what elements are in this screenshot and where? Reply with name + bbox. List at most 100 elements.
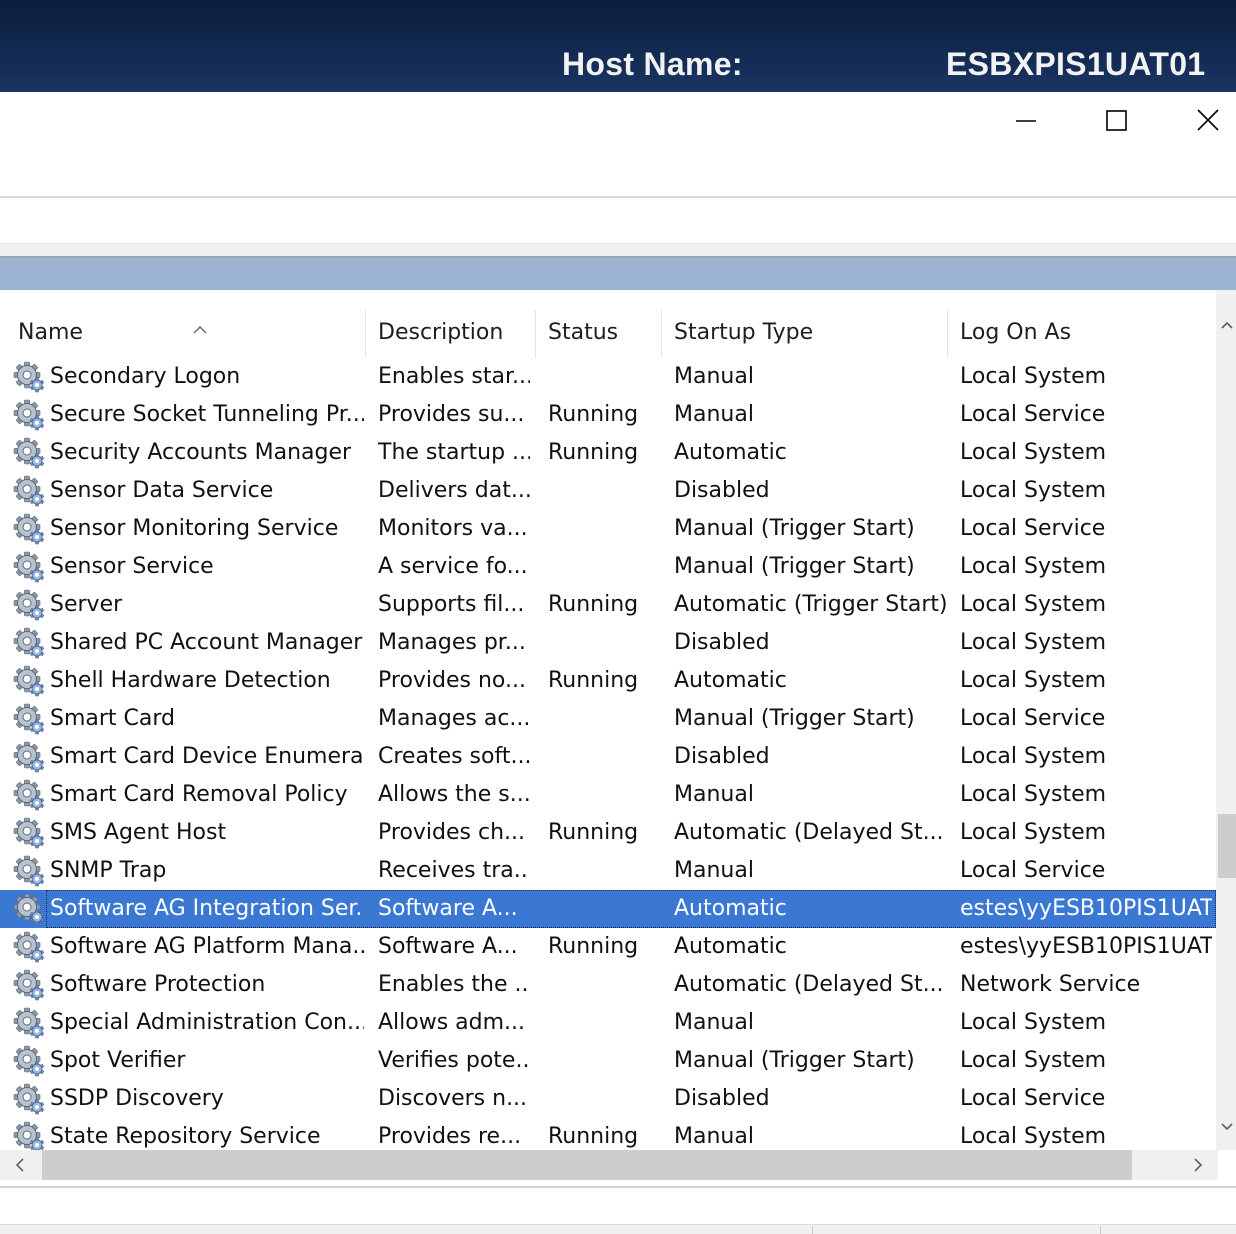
sort-ascending-icon [193,326,207,334]
service-row[interactable]: Security Accounts Manager The startup ...… [0,434,1216,472]
column-header-name[interactable]: Name [14,310,366,358]
service-name: Special Administration Con... [50,1010,364,1035]
service-row[interactable]: Smart Card Manages ac... Manual (Trigger S… [0,700,1216,738]
service-row[interactable]: SSDP Discovery Discovers n... Disabled Loca… [0,1080,1216,1118]
service-startup-type: Manual (Trigger Start) [674,1048,915,1073]
service-description: Provides no... [378,668,526,693]
service-row[interactable]: Software Protection Enables the ... Automa… [0,966,1216,1004]
services-list-pane: Name Description Status Startup Type Log… [0,290,1236,1150]
service-status: Running [548,592,639,617]
toolbar [0,198,1236,244]
service-description: Provides re... [378,1124,522,1149]
vertical-scrollbar-thumb[interactable] [1218,814,1236,878]
scroll-up-icon[interactable] [1220,320,1234,330]
service-description: Provides su... [378,402,525,427]
service-name: Smart Card Device Enumera... [50,744,364,769]
service-gear-icon [12,740,46,774]
service-gear-icon [12,1082,46,1116]
service-gear-icon [12,702,46,736]
service-gear-icon [12,778,46,812]
vertical-scrollbar[interactable] [1216,290,1236,1150]
service-startup-type: Manual [674,782,754,807]
service-gear-icon [12,436,46,470]
service-row[interactable]: Smart Card Removal Policy Allows the s...… [0,776,1216,814]
service-name: Shared PC Account Manager [50,630,363,655]
column-header-description[interactable]: Description [374,310,536,358]
service-row[interactable]: SMS Agent Host Provides ch... Running Autom… [0,814,1216,852]
column-header-status-label: Status [548,320,619,345]
service-row[interactable]: Spot Verifier Verifies pote... Manual (Tri… [0,1042,1216,1080]
service-status: Running [548,402,639,427]
service-description: Manages ac... [378,706,530,731]
service-name: Smart Card [50,706,176,731]
service-row[interactable]: Shell Hardware Detection Provides no... Ru… [0,662,1216,700]
close-icon [1197,109,1219,131]
service-startup-type: Automatic [674,934,787,959]
service-gear-icon [12,930,46,964]
horizontal-scrollbar-thumb[interactable] [42,1150,1132,1180]
service-row[interactable]: State Repository Service Provides re... Ru… [0,1118,1216,1150]
toolbar-separator [0,244,1236,258]
service-gear-icon [12,474,46,508]
service-row[interactable]: Special Administration Con... Allows adm.… [0,1004,1216,1042]
minimize-button[interactable] [998,100,1054,140]
service-startup-type: Manual (Trigger Start) [674,554,915,579]
service-gear-icon [12,854,46,888]
service-name: Security Accounts Manager [50,440,352,465]
service-row[interactable]: Sensor Service A service fo... Manual (Tri… [0,548,1216,586]
service-row[interactable]: Smart Card Device Enumera... Creates soft… [0,738,1216,776]
service-name: Sensor Service [50,554,214,579]
service-name: Secure Socket Tunneling Pr... [50,402,364,427]
service-startup-type: Manual [674,1010,754,1035]
minimize-icon [1016,120,1036,122]
service-log-on-as: estes\yyESB10PIS1UAT [960,896,1212,921]
service-row[interactable]: Software AG Platform Mana... Software A..… [0,928,1216,966]
scroll-right-icon[interactable] [1192,1157,1204,1173]
column-header-log-on-as[interactable]: Log On As [956,310,1216,358]
service-row[interactable]: Secondary Logon Enables star... Manual Loca… [0,358,1216,396]
service-row[interactable]: Shared PC Account Manager Manages pr... Di… [0,624,1216,662]
service-status: Running [548,820,639,845]
service-startup-type: Disabled [674,630,770,655]
close-button[interactable] [1180,100,1236,140]
service-log-on-as: Network Service [960,972,1141,997]
status-bar-divider [812,1226,813,1234]
service-log-on-as: Local Service [960,706,1106,731]
service-startup-type: Disabled [674,744,770,769]
service-status: Running [548,1124,639,1149]
service-log-on-as: Local System [960,1010,1107,1035]
service-log-on-as: Local Service [960,1086,1106,1111]
service-description: Enables the ... [378,972,530,997]
service-log-on-as: Local Service [960,402,1106,427]
service-description: Delivers dat... [378,478,530,503]
service-log-on-as: Local System [960,554,1107,579]
service-startup-type: Automatic [674,668,787,693]
scroll-down-icon[interactable] [1220,1122,1234,1132]
service-row[interactable]: Secure Socket Tunneling Pr... Provides su… [0,396,1216,434]
maximize-icon [1106,110,1127,131]
service-log-on-as: Local System [960,364,1107,389]
service-startup-type: Automatic [674,440,787,465]
column-header-status[interactable]: Status [544,310,662,358]
service-name: Smart Card Removal Policy [50,782,348,807]
service-startup-type: Automatic (Trigger Start) [674,592,946,617]
service-startup-type: Disabled [674,1086,770,1111]
pane-header-band [0,258,1236,290]
service-startup-type: Manual [674,402,754,427]
service-gear-icon [12,1044,46,1078]
column-header-row: Name Description Status Startup Type Log… [0,310,1220,358]
service-row[interactable]: Sensor Monitoring Service Monitors va... M… [0,510,1216,548]
scroll-left-icon[interactable] [14,1157,26,1173]
column-header-startup-type[interactable]: Startup Type [670,310,948,358]
maximize-button[interactable] [1088,100,1144,140]
service-description: Monitors va... [378,516,528,541]
service-row[interactable]: Software AG Integration Ser... Software A… [0,890,1216,928]
service-row[interactable]: SNMP Trap Receives tra... Manual Local Serv… [0,852,1216,890]
service-description: Provides ch... [378,820,526,845]
service-row[interactable]: Sensor Data Service Delivers dat... Disabl… [0,472,1216,510]
service-row[interactable]: Server Supports fil... Running Automatic (T… [0,586,1216,624]
service-name: Software AG Integration Ser... [50,896,364,921]
service-gear-icon [12,588,46,622]
service-description: Software A... [378,934,518,959]
service-startup-type: Automatic (Delayed St... [674,820,944,845]
